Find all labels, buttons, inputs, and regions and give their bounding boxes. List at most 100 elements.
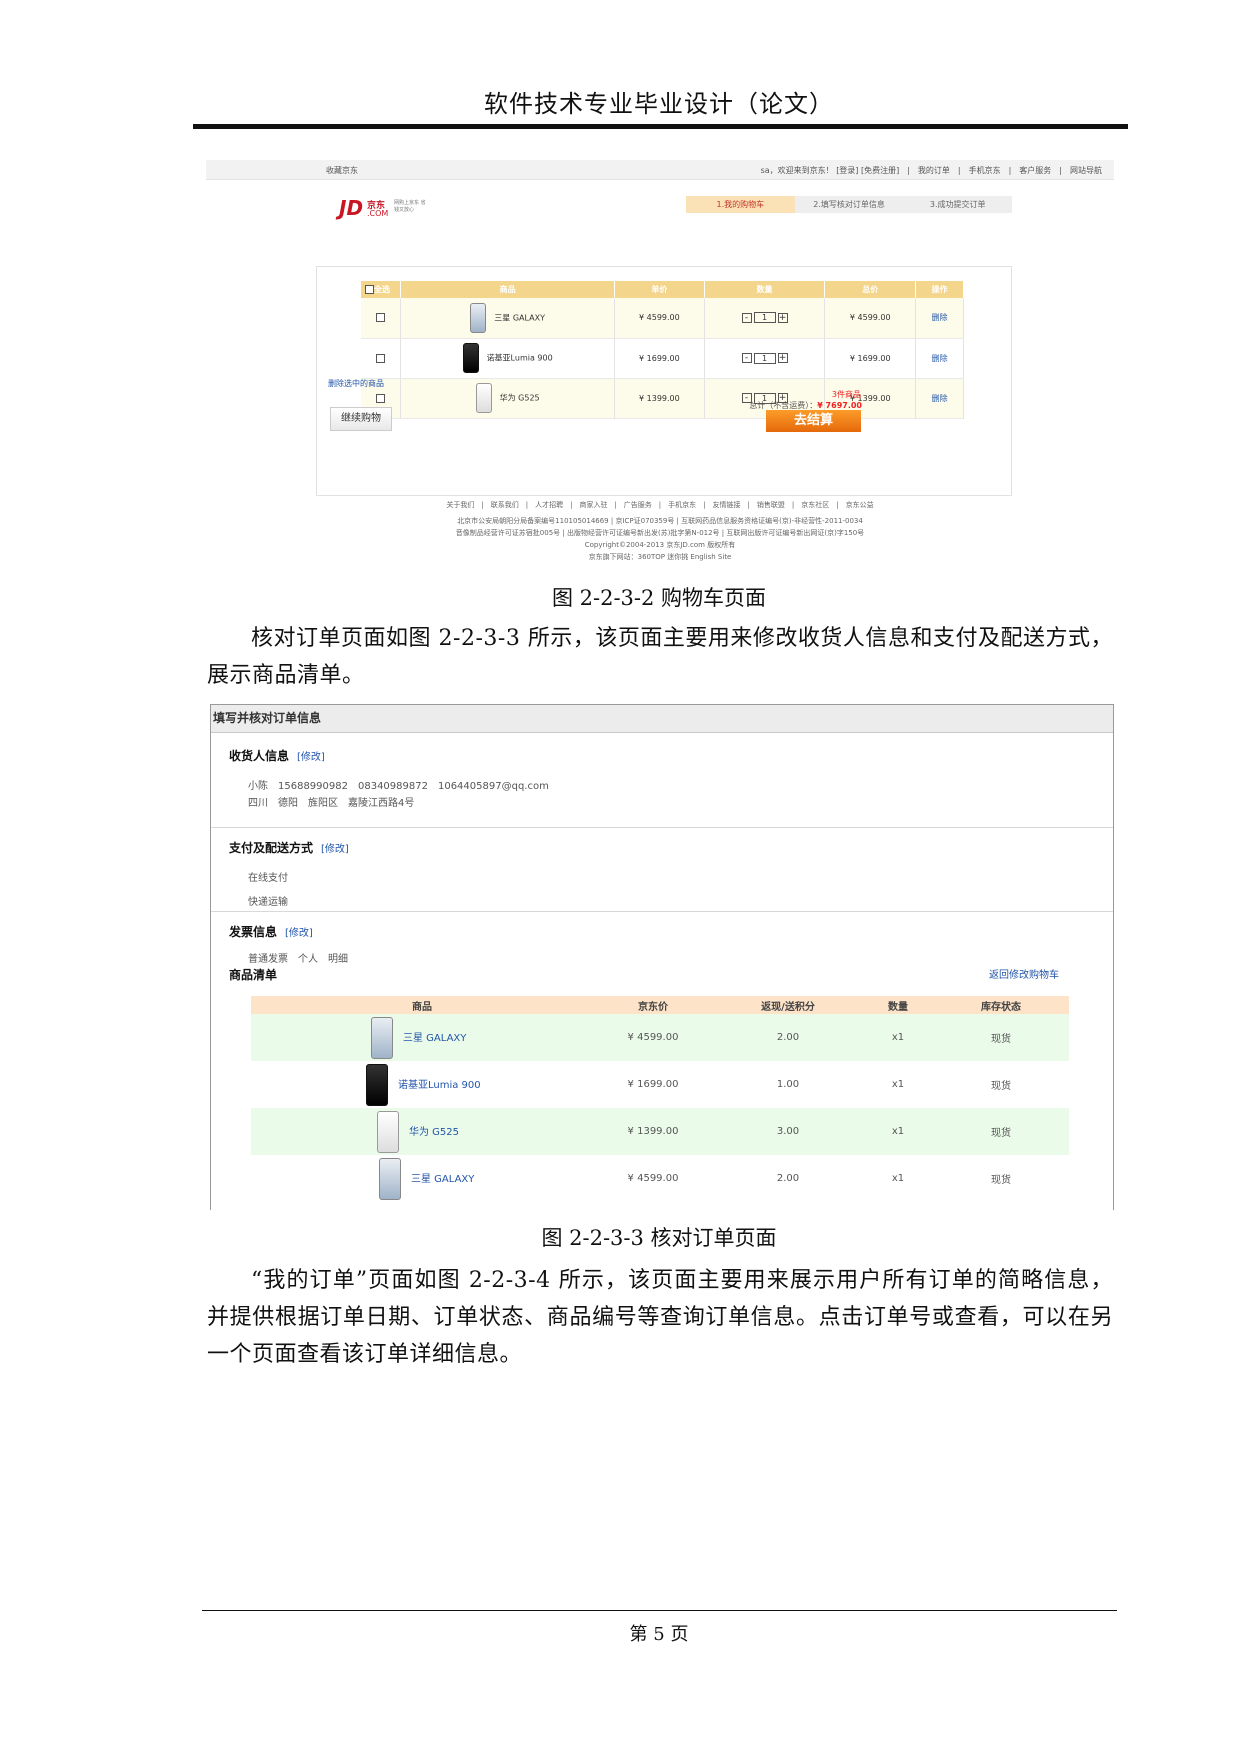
header-rule	[193, 124, 1128, 129]
total-value: ¥ 7697.00	[817, 401, 862, 410]
delete-link[interactable]: 删除	[915, 378, 964, 419]
checkout-steps: 1.我的购物车 2.填写核对订单信息 3.成功提交订单	[686, 196, 1012, 213]
col-action: 操作	[915, 281, 964, 298]
col-product: 商品	[251, 996, 593, 1014]
quantity: x1	[891, 1173, 905, 1184]
row-checkbox-cell	[361, 338, 402, 379]
receiver-contact: 小陈 15688990982 08340989872 1064405897@qq…	[248, 781, 549, 792]
jd-price: ¥ 4599.00	[593, 1014, 713, 1061]
delete-link[interactable]: 删除	[915, 338, 964, 379]
cart-row: 诺基亚Lumia 900 ¥ 1699.00 -1 + ¥ 1699.00 删除	[361, 338, 964, 379]
step-submit: 3.成功提交订单	[929, 200, 986, 209]
product-name[interactable]: 华为 G525	[500, 394, 540, 403]
favorite-link[interactable]: 收藏京东	[326, 165, 358, 176]
step-fill-order: 2.填写核对订单信息	[813, 200, 885, 209]
points: 3.00	[713, 1108, 863, 1155]
cart-table: 全选 商品 单价 数量 总价 操作 三星 GALAXY ¥ 4599.00 -1…	[361, 281, 964, 419]
phone-image[interactable]	[366, 1063, 388, 1106]
select-all-header[interactable]: 全选	[361, 281, 402, 298]
step-cart: 1.我的购物车	[686, 196, 795, 213]
body-paragraph: 核对订单页面如图 2-2-3-3 所示，该页面主要用来修改收货人信息和支付及配送…	[207, 626, 1113, 688]
payment-method: 在线支付	[248, 873, 288, 884]
modify-payment-link[interactable]: [修改]	[321, 844, 349, 855]
item-list-table: 商品 京东价 返现/送积分 数量 库存状态 三星 GALAXY ¥ 4599.0…	[251, 996, 1069, 1202]
row-checkbox[interactable]	[376, 393, 386, 403]
row-checkbox-cell	[361, 298, 402, 339]
jd-logo[interactable]: JD 京东 .COM 网购上京东 省钱又放心	[321, 196, 426, 220]
product-cell: 三星 GALAXY	[251, 1155, 593, 1202]
receiver-section-title: 收货人信息 [修改]	[229, 749, 325, 763]
product-cell: 三星 GALAXY	[400, 298, 615, 339]
product-name[interactable]: 诺基亚Lumia 900	[487, 354, 553, 363]
jd-slogan: 网购上京东 省钱又放心	[394, 200, 426, 213]
plus-button[interactable]: +	[777, 353, 788, 363]
site-footer-copyright: Copyright©2004-2013 京东JD.com 版权所有	[584, 541, 736, 549]
site-footer-links[interactable]: 关于我们 | 联系我们 | 人才招聘 | 商家入驻 | 广告服务 | 手机京东 …	[206, 500, 1114, 510]
checkout-button[interactable]: 去结算	[766, 410, 861, 432]
plus-button[interactable]: +	[777, 312, 788, 323]
product-name[interactable]: 三星 GALAXY	[411, 1174, 474, 1185]
product-cell: 三星 GALAXY	[251, 1014, 593, 1061]
payment-section-title: 支付及配送方式 [修改]	[229, 841, 349, 855]
unit-price: ¥ 1699.00	[614, 338, 705, 379]
table-row: 三星 GALAXY ¥ 4599.00 2.00 x1 现货	[251, 1155, 1069, 1202]
phone-image[interactable]	[462, 343, 479, 373]
minus-button[interactable]: -	[741, 353, 752, 363]
stock-status: 现货	[991, 1081, 1011, 1092]
jd-price: ¥ 4599.00	[627, 1173, 679, 1184]
table-row: 三星 GALAXY ¥ 4599.00 2.00 x1 现货	[251, 1014, 1069, 1061]
quantity-stepper: -1 +	[704, 338, 826, 379]
figure-order-check-screenshot: 填写并核对订单信息 收货人信息 [修改] 小陈 15688990982 08340…	[210, 704, 1114, 1210]
figure-caption: 图 2-2-3-2 购物车页面	[551, 586, 767, 610]
quantity: x1	[863, 1108, 933, 1155]
jd-logo-domain: .COM	[367, 209, 389, 218]
col-quantity: 数量	[704, 281, 826, 298]
col-stock: 库存状态	[933, 996, 1069, 1014]
page-number: 第 5 页	[629, 1624, 689, 1645]
quantity: x1	[891, 1079, 905, 1090]
site-footer-line: 北京市公安局朝阳分局备案编号110105014669 | 京ICP证070359…	[457, 517, 863, 525]
col-unit-price: 单价	[614, 281, 705, 298]
phone-image[interactable]	[377, 1110, 399, 1153]
topbar-links[interactable]: sa，欢迎来到京东！ [登录] [免费注册] | 我的订单 | 手机京东 | 客…	[761, 165, 1102, 176]
jd-logo-mark: JD	[339, 196, 364, 220]
table-row: 诺基亚Lumia 900 ¥ 1699.00 1.00 x1 现货	[251, 1061, 1069, 1108]
product-name[interactable]: 诺基亚Lumia 900	[398, 1080, 481, 1091]
delete-selected-link[interactable]: 删除选中的商品	[328, 378, 384, 389]
item-count: 3件商品	[831, 390, 861, 399]
figure-caption: 图 2-2-3-3 核对订单页面	[541, 1226, 777, 1250]
col-jd-price: 京东价	[593, 996, 713, 1014]
quantity-input[interactable]: 1	[753, 352, 776, 364]
product-name[interactable]: 华为 G525	[409, 1127, 459, 1138]
row-checkbox[interactable]	[376, 313, 386, 323]
row-checkbox[interactable]	[376, 353, 386, 363]
product-name[interactable]: 三星 GALAXY	[494, 313, 545, 322]
phone-image[interactable]	[379, 1157, 401, 1200]
delete-link[interactable]: 删除	[915, 298, 964, 339]
unit-price: ¥ 1399.00	[614, 378, 705, 419]
col-total: 总价	[824, 281, 917, 298]
modify-invoice-link[interactable]: [修改]	[285, 928, 313, 939]
modify-receiver-link[interactable]: [修改]	[297, 752, 325, 763]
select-all-checkbox[interactable]	[365, 285, 374, 294]
row-total: ¥ 1699.00	[824, 338, 917, 379]
quantity-input[interactable]: 1	[753, 312, 776, 324]
invoice-detail: 普通发票 个人 明细	[248, 954, 348, 965]
table-row: 华为 G525 ¥ 1399.00 3.00 x1 现货	[251, 1108, 1069, 1155]
product-name[interactable]: 三星 GALAXY	[403, 1033, 466, 1044]
row-total: ¥ 4599.00	[824, 298, 917, 339]
phone-image[interactable]	[475, 383, 492, 413]
item-list-title: 商品清单	[229, 968, 278, 982]
jd-price: ¥ 1699.00	[627, 1079, 679, 1090]
phone-image[interactable]	[470, 302, 487, 333]
site-footer-sites[interactable]: 京东旗下网站：360TOP 迷你挑 English Site	[206, 552, 1114, 562]
site-topbar: 收藏京东 sa，欢迎来到京东！ [登录] [免费注册] | 我的订单 | 手机京…	[206, 160, 1114, 180]
back-to-cart-link[interactable]: 返回修改购物车	[989, 966, 1059, 981]
minus-button[interactable]: -	[741, 312, 752, 323]
phone-image[interactable]	[371, 1016, 393, 1059]
total-label: 总计（不含运费）：	[749, 401, 818, 410]
product-cell: 华为 G525	[251, 1108, 593, 1155]
continue-shopping-button[interactable]: 继续购物	[330, 407, 392, 431]
cart-row: 华为 G525 ¥ 1399.00 -1 + ¥ 1399.00 删除	[361, 378, 964, 419]
site-footer-line: 音像制品经营许可证苏宿批005号 | 出版物经营许可证编号新出发(苏)批字第N-…	[455, 529, 865, 537]
